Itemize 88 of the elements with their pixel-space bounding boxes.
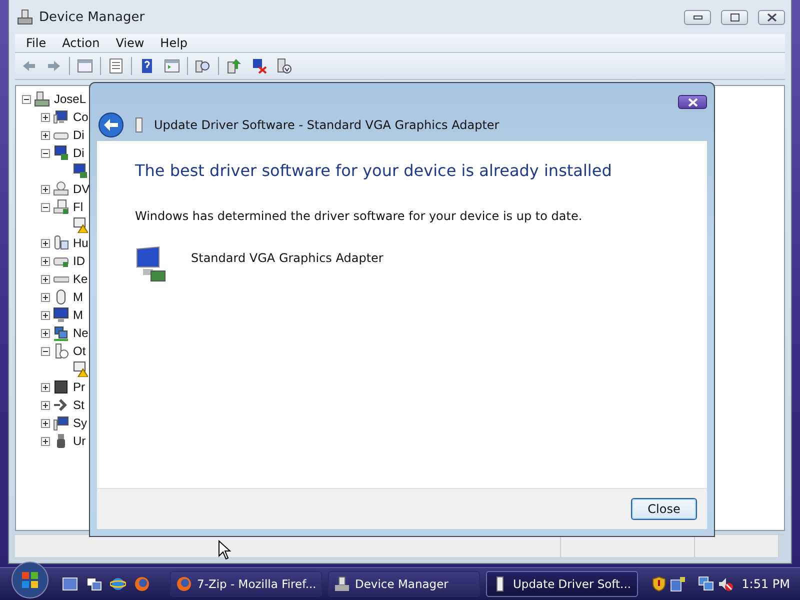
panel-icon bbox=[77, 58, 93, 74]
browser-button[interactable] bbox=[132, 574, 152, 594]
tree-item[interactable]: M bbox=[73, 308, 83, 322]
tree-item[interactable]: Hu bbox=[73, 236, 88, 250]
tree-item[interactable]: Ke bbox=[73, 272, 88, 286]
expand-icon[interactable] bbox=[41, 382, 50, 392]
expand-icon[interactable] bbox=[41, 130, 50, 140]
panel-icon bbox=[164, 58, 180, 74]
expand-icon[interactable] bbox=[41, 256, 50, 266]
network-icon bbox=[698, 576, 714, 592]
menu-item[interactable]: View bbox=[108, 34, 152, 52]
minimize-icon bbox=[692, 14, 702, 20]
expand-icon[interactable] bbox=[41, 292, 50, 302]
device-icon bbox=[134, 117, 144, 133]
clock: 1:51 PM bbox=[742, 577, 790, 591]
properties-icon bbox=[108, 58, 124, 74]
menu-item[interactable]: File bbox=[19, 34, 54, 52]
window-title: Device Manager bbox=[39, 10, 145, 24]
tree-item[interactable]: ID bbox=[73, 254, 85, 268]
computer-icon bbox=[34, 91, 50, 107]
close-button[interactable]: Close bbox=[631, 498, 697, 520]
computer-icon bbox=[53, 415, 69, 431]
monitor-icon bbox=[135, 245, 167, 283]
expand-icon[interactable] bbox=[41, 418, 50, 428]
minimize-button[interactable] bbox=[684, 10, 711, 24]
tree-item[interactable]: Di bbox=[73, 128, 84, 142]
close-icon bbox=[766, 12, 776, 22]
tree-item[interactable]: Ot bbox=[73, 344, 86, 358]
collapse-icon[interactable] bbox=[41, 346, 50, 356]
expand-icon[interactable] bbox=[41, 310, 50, 320]
expand-icon[interactable] bbox=[41, 328, 50, 338]
tree-item[interactable]: Co bbox=[73, 110, 88, 124]
tree-item[interactable]: JoseL bbox=[54, 92, 86, 106]
collapse-icon[interactable] bbox=[22, 94, 31, 104]
forward-icon bbox=[46, 58, 62, 74]
dialog-title: Update Driver Software - Standard VGA Graphics Adapter bbox=[154, 118, 500, 132]
expand-icon[interactable] bbox=[41, 436, 50, 446]
taskbar-button[interactable]: Update Driver Soft... bbox=[486, 571, 638, 597]
monitor-icon bbox=[53, 307, 69, 323]
tree-item[interactable]: Sy bbox=[73, 416, 88, 430]
expand-icon[interactable] bbox=[41, 274, 50, 284]
device-name: Standard VGA Graphics Adapter bbox=[191, 251, 384, 265]
cursor-icon bbox=[218, 540, 231, 560]
tree-item[interactable]: Di bbox=[73, 146, 84, 160]
expand-icon[interactable] bbox=[41, 112, 50, 122]
heading: The best driver software for your device is already installed bbox=[135, 161, 613, 180]
collapse-icon[interactable] bbox=[41, 202, 50, 212]
tree-item[interactable]: Ne bbox=[73, 326, 88, 340]
close-button[interactable] bbox=[678, 95, 707, 109]
update-driver-icon bbox=[226, 58, 242, 74]
tree-item[interactable]: Pr bbox=[73, 380, 85, 394]
floppy-drive-icon bbox=[53, 199, 69, 215]
back-button[interactable] bbox=[98, 112, 124, 138]
start-button[interactable] bbox=[10, 560, 50, 600]
computer-icon bbox=[334, 576, 350, 592]
taskbar-button[interactable]: Device Manager bbox=[328, 571, 480, 597]
scan-icon bbox=[195, 58, 211, 74]
computer-icon bbox=[17, 9, 33, 25]
monitor-icon bbox=[53, 109, 69, 125]
volume-muted-icon bbox=[718, 576, 734, 592]
chip-icon bbox=[53, 379, 69, 395]
uninstall-icon bbox=[251, 58, 267, 74]
network-icon bbox=[670, 576, 686, 592]
close-icon bbox=[686, 98, 698, 106]
network-icon bbox=[53, 325, 69, 341]
expand-icon[interactable] bbox=[41, 238, 50, 248]
taskbar-button[interactable]: 7-Zip - Mozilla Firef... bbox=[170, 571, 322, 597]
message: Windows has determined the driver software for your device is up to date. bbox=[135, 209, 584, 223]
unknown-device-icon bbox=[53, 343, 69, 359]
tree-item[interactable]: Ur bbox=[73, 434, 86, 448]
maximize-button[interactable] bbox=[721, 10, 748, 24]
menu-item[interactable]: Action bbox=[55, 34, 107, 52]
enable-device-icon bbox=[276, 58, 292, 74]
expand-icon[interactable] bbox=[41, 184, 50, 194]
shield-icon bbox=[652, 576, 666, 592]
expand-icon[interactable] bbox=[41, 400, 50, 410]
tree-item[interactable]: DV bbox=[73, 182, 90, 196]
close-button[interactable] bbox=[758, 10, 785, 24]
tree-item[interactable]: Fl bbox=[73, 200, 83, 214]
menu-item[interactable]: Help bbox=[153, 34, 195, 52]
back-icon bbox=[21, 58, 37, 74]
collapse-icon[interactable] bbox=[41, 148, 50, 158]
maximize-icon bbox=[730, 12, 740, 22]
browser-icon bbox=[176, 576, 192, 592]
monitor-icon bbox=[53, 145, 69, 161]
tree-item[interactable]: St bbox=[73, 398, 84, 412]
help-icon bbox=[139, 58, 155, 74]
tree-item[interactable]: M bbox=[73, 290, 83, 304]
